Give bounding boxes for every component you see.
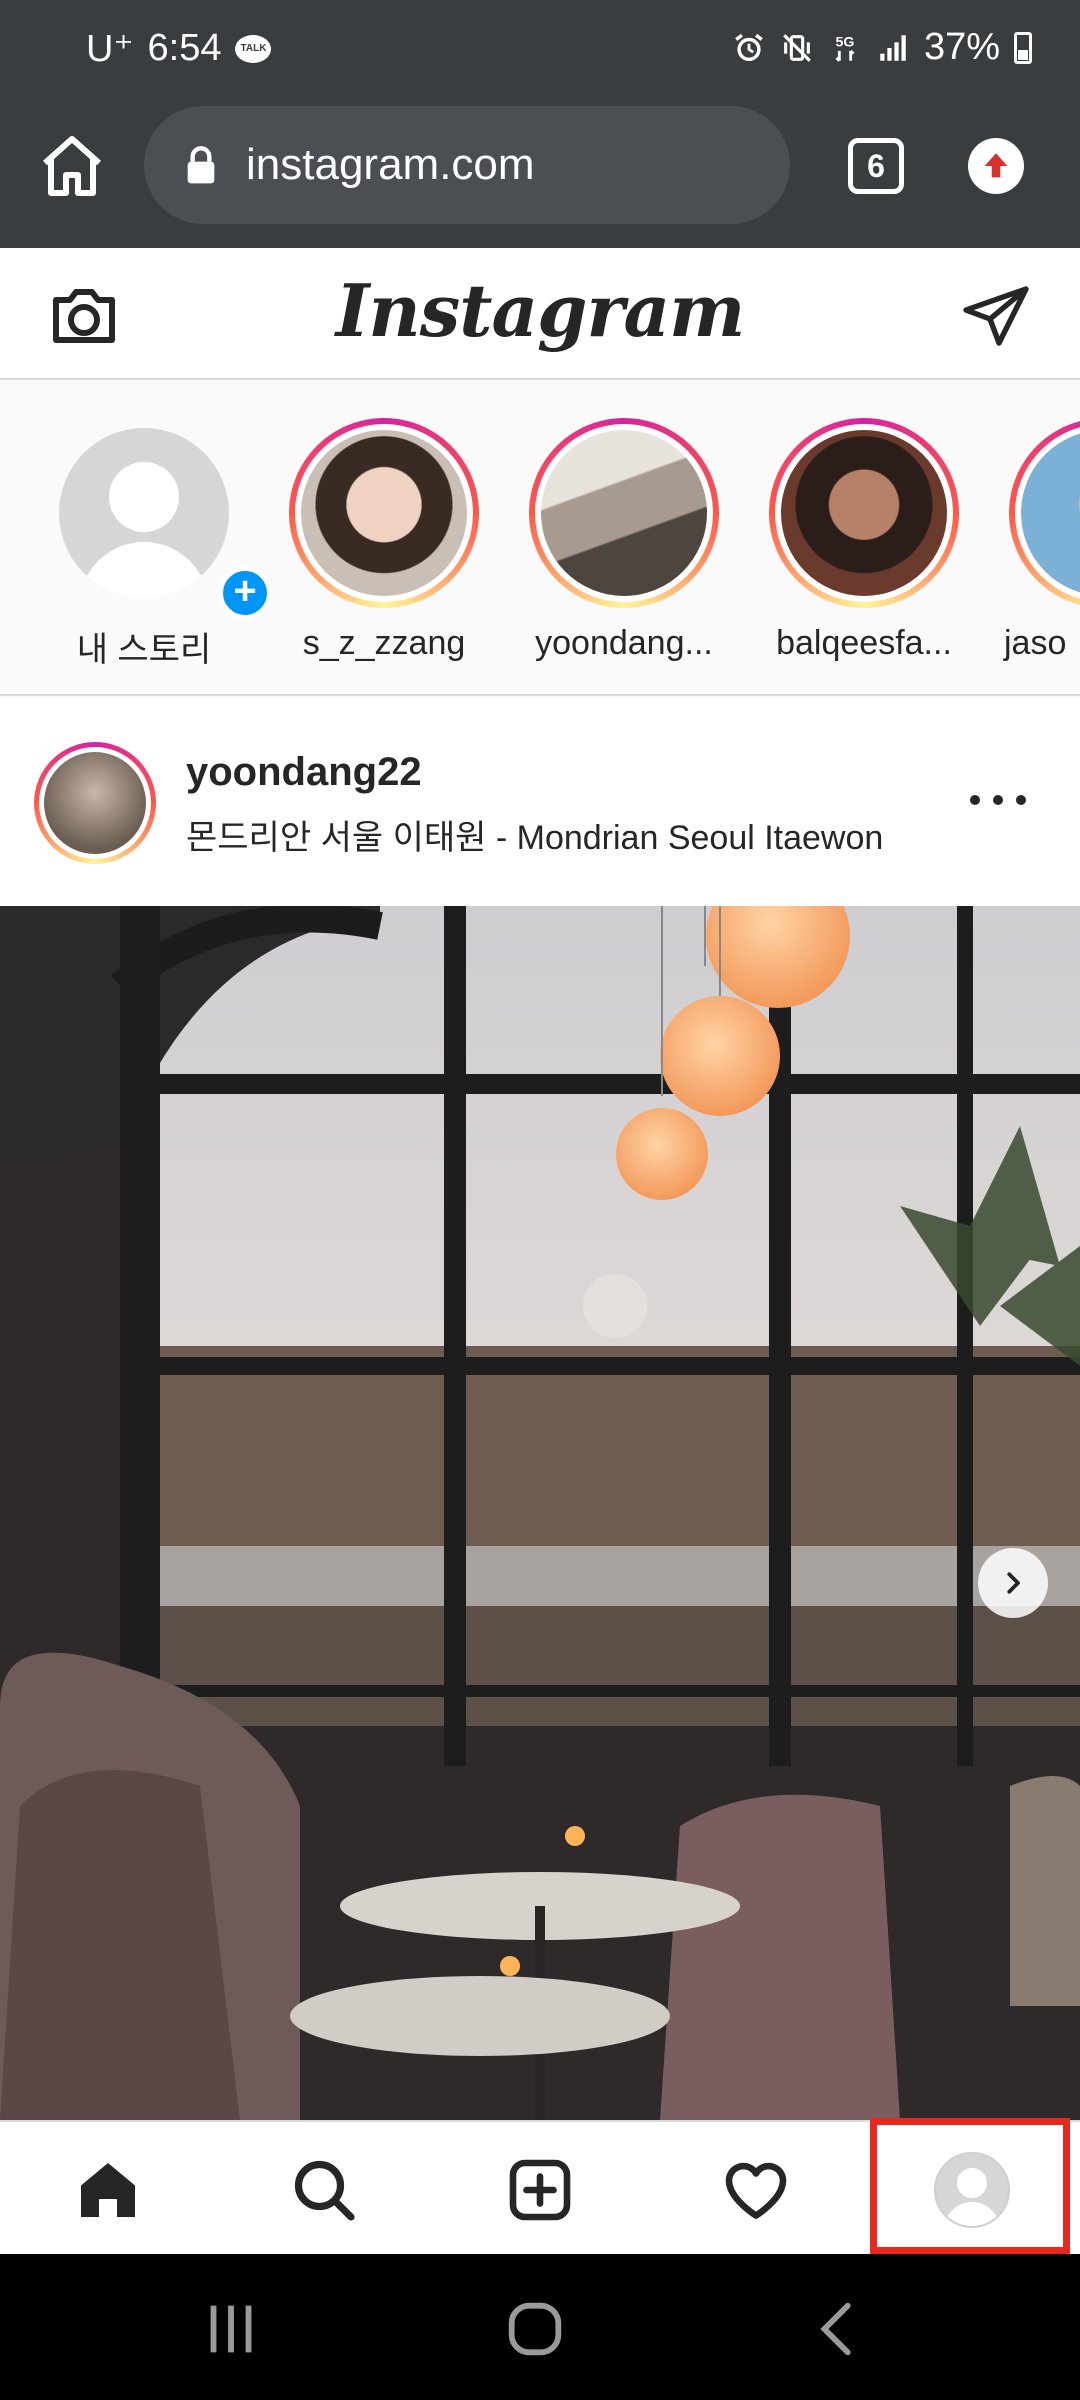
nav-activity[interactable] [718, 2152, 794, 2228]
signal-icon [880, 34, 906, 61]
tab-count-label: 6 [867, 147, 885, 184]
address-bar[interactable]: instagram.com [144, 106, 790, 224]
story-item-my-story[interactable]: + 내 스토리 [44, 418, 272, 671]
direct-message-icon[interactable] [960, 280, 1032, 352]
time-label: 6:54 [147, 27, 222, 69]
home-icon[interactable] [36, 130, 108, 202]
recent-apps-icon[interactable] [196, 2294, 266, 2364]
vibrate-mute-icon [783, 33, 811, 62]
post-location[interactable]: 몬드리안 서울 이태원 - Mondrian Seoul Itaewon [186, 810, 883, 859]
story-label: 내 스토리 [76, 631, 212, 669]
lock-icon [187, 146, 215, 184]
carrier-label: U⁺ [86, 28, 134, 70]
avatar [44, 752, 146, 854]
browser-toolbar: instagram.com 6 [0, 100, 1080, 248]
android-home-icon[interactable] [500, 2294, 570, 2364]
talk-badge-label: TALK [240, 43, 267, 54]
avatar [1021, 430, 1080, 596]
story-item[interactable]: balqeesfa... [764, 418, 964, 663]
post-image[interactable] [0, 906, 1080, 2120]
android-nav-bar [0, 2254, 1080, 2400]
battery-icon [1014, 31, 1032, 64]
avatar [59, 428, 229, 598]
story-label: s_z_zzang [302, 624, 466, 662]
status-right: 5G 37% [732, 26, 1032, 69]
avatar [301, 430, 467, 596]
new-post-icon [509, 2159, 571, 2221]
story-ring [769, 418, 959, 608]
next-photo-button[interactable] [978, 1548, 1048, 1618]
battery-percent-label: 37% [923, 26, 1000, 68]
more-options-icon[interactable] [970, 776, 1026, 824]
activity-heart-icon [725, 2162, 787, 2219]
story-item[interactable]: s_z_zzang [284, 418, 484, 663]
url-text: instagram.com [246, 140, 535, 189]
svg-text:5G: 5G [835, 34, 854, 50]
browser-chrome: U⁺ 6:54 TALK 5G 37% instagram.com 6 [0, 0, 1080, 248]
avatar [541, 430, 707, 596]
story-label: jaso [1004, 624, 1067, 662]
back-icon[interactable] [804, 2294, 874, 2364]
nav-search[interactable] [286, 2152, 362, 2228]
post-photo [0, 906, 1080, 2120]
tab-switcher-button[interactable]: 6 [848, 138, 904, 194]
5g-icon: 5G [835, 34, 855, 62]
add-story-icon[interactable]: + [218, 566, 272, 620]
nav-new-post[interactable] [502, 2152, 578, 2228]
post-avatar[interactable] [34, 742, 156, 864]
story-item[interactable]: yoondang... [524, 418, 724, 663]
story-item[interactable]: jaso [1004, 418, 1080, 663]
chevron-right-icon [1007, 1572, 1020, 1594]
story-label: yoondang... [535, 624, 713, 662]
story-ring [529, 418, 719, 608]
avatar [781, 430, 947, 596]
post-header: yoondang22 몬드리안 서울 이태원 - Mondrian Seoul … [0, 698, 1080, 906]
status-left: U⁺ 6:54 TALK [86, 26, 272, 71]
search-icon [294, 2160, 355, 2221]
status-bar: U⁺ 6:54 TALK 5G 37% [0, 0, 1080, 100]
story-label: balqeesfa... [776, 624, 952, 662]
profile-highlight-box [870, 2118, 1070, 2254]
alarm-icon [735, 33, 763, 61]
stories-tray: + 내 스토리 s_z_zzang yoondang... balqeesfa.… [0, 382, 1080, 696]
post-username[interactable]: yoondang22 [186, 750, 422, 795]
instagram-header: Instagram [0, 248, 1080, 380]
story-ring [289, 418, 479, 608]
instagram-logo[interactable]: Instagram [0, 268, 1080, 353]
story-ring [1009, 418, 1080, 608]
home-icon [81, 2163, 135, 2217]
nav-home[interactable] [70, 2152, 146, 2228]
kakaotalk-notification-icon: TALK [235, 34, 272, 63]
update-button[interactable] [968, 138, 1024, 194]
update-icon [984, 153, 1008, 178]
